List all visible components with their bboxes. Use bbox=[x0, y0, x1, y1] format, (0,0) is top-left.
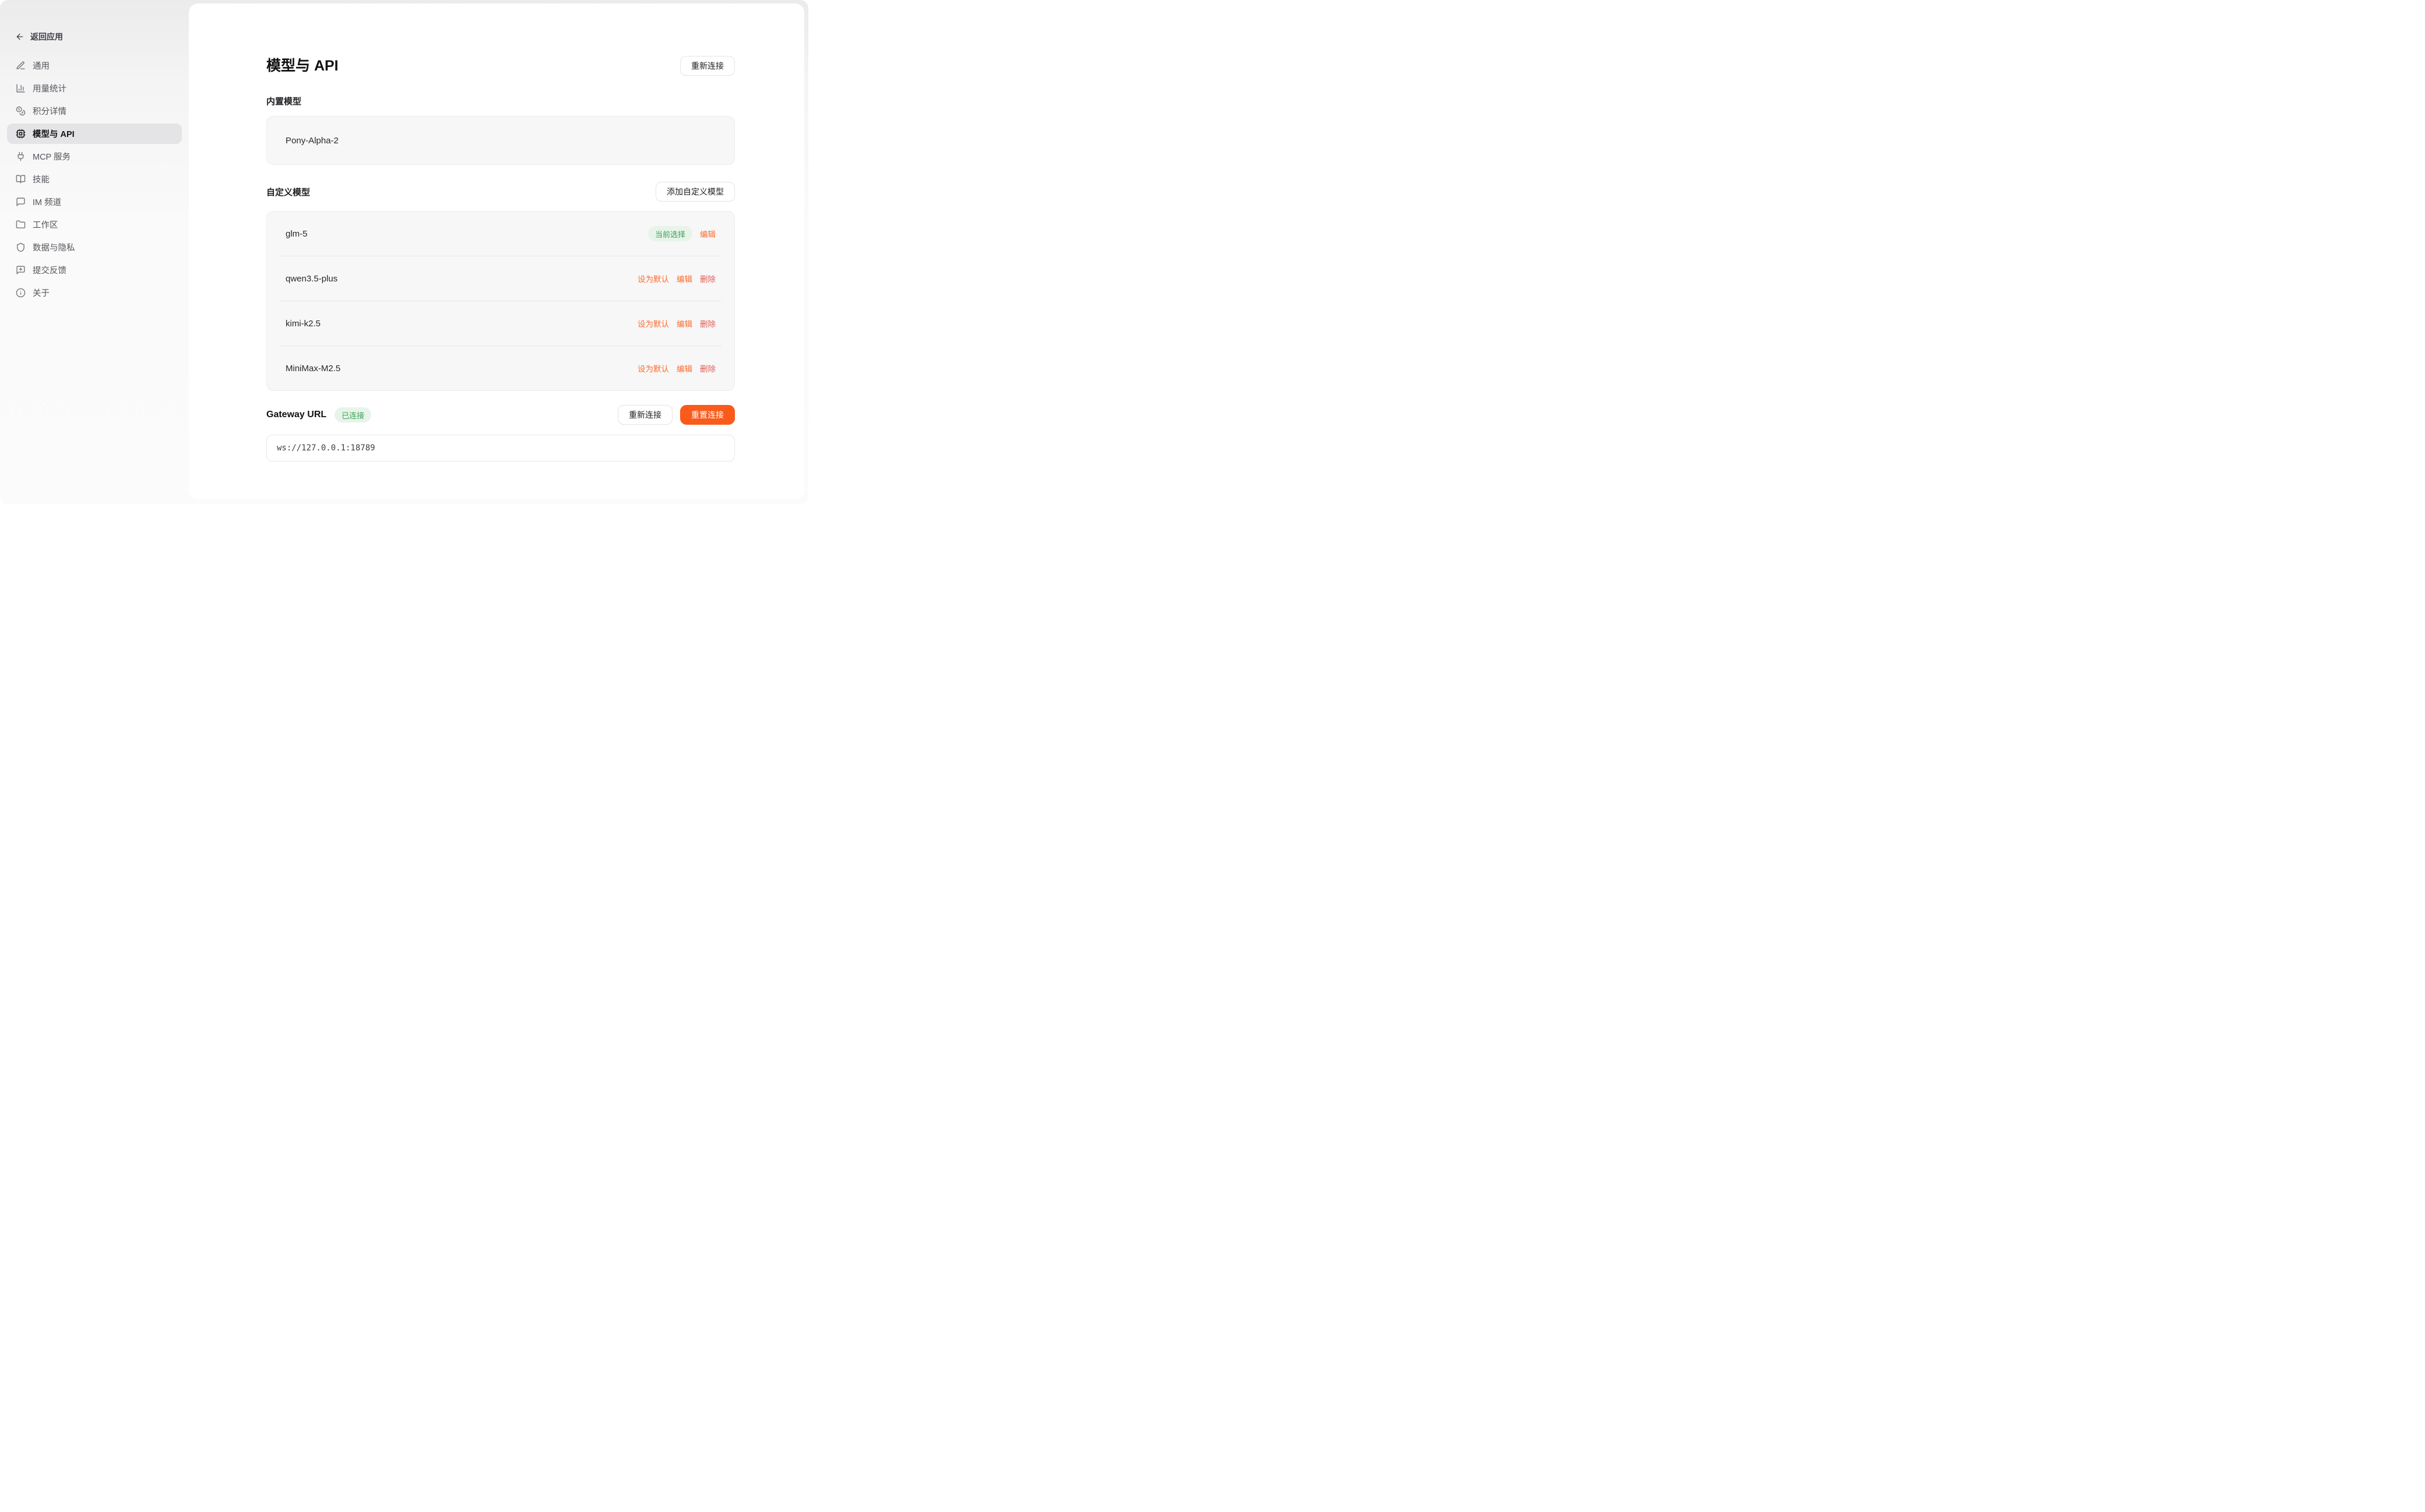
settings-page: 返回应用 通用用量统计积分详情模型与 APIMCP 服务技能IM 频道工作区数据… bbox=[0, 0, 808, 504]
book-open-icon bbox=[16, 174, 26, 184]
sidebar-item-workspace[interactable]: 工作区 bbox=[7, 214, 182, 235]
pencil-icon bbox=[16, 61, 26, 71]
custom-models-heading: 自定义模型 bbox=[266, 186, 310, 198]
info-icon bbox=[16, 288, 26, 298]
gateway-url-input[interactable] bbox=[266, 435, 735, 461]
sidebar-item-im-channels[interactable]: IM 频道 bbox=[7, 192, 182, 212]
sidebar-item-label: MCP 服务 bbox=[33, 150, 71, 163]
custom-model-list: glm-5当前选择编辑qwen3.5-plus设为默认编辑删除kimi-k2.5… bbox=[266, 211, 735, 391]
custom-model-row: kimi-k2.5 设为默认编辑删除 bbox=[267, 301, 734, 346]
set-default-link[interactable]: 设为默认 bbox=[638, 362, 669, 374]
row-actions: 设为默认编辑删除 bbox=[638, 273, 716, 284]
row-actions: 设为默认编辑删除 bbox=[638, 318, 716, 329]
custom-models-header: 自定义模型 添加自定义模型 bbox=[266, 182, 735, 202]
sidebar-item-privacy[interactable]: 数据与隐私 bbox=[7, 237, 182, 258]
page-title: 模型与 API bbox=[266, 56, 339, 76]
builtin-models-heading: 内置模型 bbox=[266, 95, 735, 107]
chip-icon bbox=[16, 129, 26, 139]
gateway-url-label: Gateway URL bbox=[266, 410, 326, 420]
coins-icon bbox=[16, 106, 26, 116]
gateway-reset-button[interactable]: 重置连接 bbox=[680, 405, 735, 425]
back-to-app-label: 返回应用 bbox=[30, 31, 63, 43]
sidebar-item-label: 通用 bbox=[33, 59, 50, 72]
sidebar-item-label: IM 频道 bbox=[33, 196, 61, 208]
sidebar-item-general[interactable]: 通用 bbox=[7, 55, 182, 76]
arrow-left-icon bbox=[15, 32, 24, 41]
main-panel: 模型与 API 重新连接 内置模型 Pony-Alpha-2 自定义模型 添加自… bbox=[189, 3, 804, 499]
sidebar-item-label: 关于 bbox=[33, 287, 50, 299]
custom-model-row: glm-5 当前选择编辑 bbox=[267, 212, 734, 256]
model-name: kimi-k2.5 bbox=[286, 319, 321, 329]
builtin-model-row[interactable]: Pony-Alpha-2 bbox=[266, 116, 735, 165]
model-name: MiniMax-M2.5 bbox=[286, 364, 340, 373]
gateway-buttons: 重新连接 重置连接 bbox=[618, 405, 735, 425]
edit-link[interactable]: 编辑 bbox=[700, 228, 716, 239]
sidebar-item-credits[interactable]: 积分详情 bbox=[7, 101, 182, 121]
gateway-reconnect-button[interactable]: 重新连接 bbox=[618, 405, 673, 425]
custom-model-row: MiniMax-M2.5 设为默认编辑删除 bbox=[267, 346, 734, 390]
sidebar-item-label: 工作区 bbox=[33, 218, 58, 231]
sidebar-item-label: 模型与 API bbox=[33, 128, 75, 140]
sidebar: 返回应用 通用用量统计积分详情模型与 API MCP 服务技能 IM 频道工作区数据… bbox=[0, 0, 189, 504]
back-to-app-button[interactable]: 返回应用 bbox=[15, 31, 189, 42]
sidebar-item-about[interactable]: 关于 bbox=[7, 283, 182, 303]
sidebar-item-label: 用量统计 bbox=[33, 82, 66, 94]
model-name: glm-5 bbox=[286, 229, 308, 239]
custom-model-row: qwen3.5-plus 设为默认编辑删除 bbox=[267, 256, 734, 301]
builtin-model-name: Pony-Alpha-2 bbox=[286, 136, 339, 146]
sidebar-item-feedback[interactable]: 提交反馈 bbox=[7, 260, 182, 280]
row-actions: 设为默认编辑删除 bbox=[638, 362, 716, 374]
folder-icon bbox=[16, 220, 26, 230]
plug-icon bbox=[16, 151, 26, 161]
shield-icon bbox=[16, 242, 26, 252]
current-selection-badge: 当前选择 bbox=[648, 226, 692, 241]
delete-link[interactable]: 删除 bbox=[700, 318, 716, 329]
edit-link[interactable]: 编辑 bbox=[677, 318, 692, 329]
connected-status-badge: 已连接 bbox=[335, 407, 371, 422]
delete-link[interactable]: 删除 bbox=[700, 273, 716, 284]
feedback-plus-icon bbox=[16, 265, 26, 275]
sidebar-item-usage-stats[interactable]: 用量统计 bbox=[7, 78, 182, 98]
set-default-link[interactable]: 设为默认 bbox=[638, 318, 669, 329]
add-custom-model-button[interactable]: 添加自定义模型 bbox=[656, 182, 735, 202]
sidebar-item-label: 技能 bbox=[33, 173, 50, 185]
content-column: 模型与 API 重新连接 内置模型 Pony-Alpha-2 自定义模型 添加自… bbox=[266, 3, 735, 461]
delete-link[interactable]: 删除 bbox=[700, 362, 716, 374]
set-default-link[interactable]: 设为默认 bbox=[638, 273, 669, 284]
edit-link[interactable]: 编辑 bbox=[677, 362, 692, 374]
edit-link[interactable]: 编辑 bbox=[677, 273, 692, 284]
chat-bubble-icon bbox=[16, 197, 26, 207]
sidebar-item-label: 提交反馈 bbox=[33, 264, 66, 276]
sidebar-item-mcp-service[interactable]: MCP 服务 bbox=[7, 146, 182, 167]
reconnect-button[interactable]: 重新连接 bbox=[680, 56, 735, 76]
sidebar-item-label: 数据与隐私 bbox=[33, 241, 75, 253]
sidebar-item-models-api[interactable]: 模型与 API bbox=[7, 124, 182, 144]
sidebar-nav: 通用用量统计积分详情模型与 API MCP 服务技能 IM 频道工作区数据与隐私提交… bbox=[0, 55, 189, 303]
page-header: 模型与 API 重新连接 bbox=[266, 56, 735, 76]
row-actions: 当前选择编辑 bbox=[648, 226, 716, 241]
sidebar-item-skills[interactable]: 技能 bbox=[7, 169, 182, 189]
sidebar-item-label: 积分详情 bbox=[33, 105, 66, 117]
gateway-row: Gateway URL 已连接 重新连接 重置连接 bbox=[266, 405, 735, 425]
bar-chart-icon bbox=[16, 83, 26, 93]
model-name: qwen3.5-plus bbox=[286, 274, 337, 284]
